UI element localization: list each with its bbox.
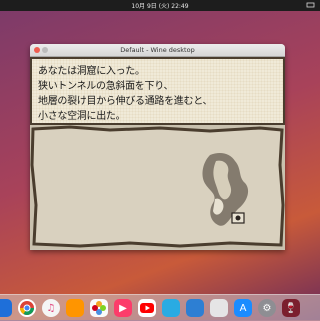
story-line-1: あなたは洞窟に入った。	[38, 66, 145, 77]
minimize-button[interactable]	[42, 47, 48, 53]
appstore-icon[interactable]	[210, 299, 228, 317]
dock: ♫ ▶ A ⚙ 🍷	[0, 294, 320, 321]
wine-window: Default - Wine desktop あなたは洞窟に入った。 狭いトンネ…	[30, 44, 285, 250]
appstore-blue-icon[interactable]: A	[234, 299, 252, 317]
chrome-icon[interactable]	[18, 299, 36, 317]
game-area[interactable]: あなたは洞窟に入った。 狭いトンネルの急斜面を下り、 地層の裂け目から伸びる通路…	[30, 57, 285, 250]
map-parchment	[30, 125, 285, 249]
story-line-4: 小さな空洞に出た。	[38, 111, 126, 122]
settings-icon[interactable]: ⚙	[258, 299, 276, 317]
story-line-3: 地層の裂け目から伸びる通路を進むと、	[38, 96, 213, 107]
cloud-icon[interactable]	[162, 299, 180, 317]
close-button[interactable]	[34, 47, 40, 53]
youtube-icon[interactable]	[138, 299, 156, 317]
ibooks-icon[interactable]	[66, 299, 84, 317]
cave-map[interactable]	[30, 125, 285, 249]
photos-icon[interactable]	[90, 299, 108, 317]
files-icon[interactable]	[186, 299, 204, 317]
story-textbox: あなたは洞窟に入った。 狭いトンネルの急斜面を下り、 地層の裂け目から伸びる通路…	[30, 57, 285, 125]
itunes-icon[interactable]: ♫	[42, 299, 60, 317]
power-icon[interactable]	[306, 2, 316, 8]
music-icon[interactable]: ▶	[114, 299, 132, 317]
finder-icon[interactable]	[0, 299, 12, 317]
story-line-2: 狭いトンネルの急斜面を下り、	[38, 81, 174, 92]
window-titlebar[interactable]: Default - Wine desktop	[30, 44, 285, 57]
menu-bar: 10月 9日 (火) 22:49	[0, 0, 320, 11]
clock[interactable]: 10月 9日 (火) 22:49	[131, 1, 188, 10]
wine-icon[interactable]: 🍷	[282, 299, 300, 317]
window-title: Default - Wine desktop	[120, 46, 195, 54]
